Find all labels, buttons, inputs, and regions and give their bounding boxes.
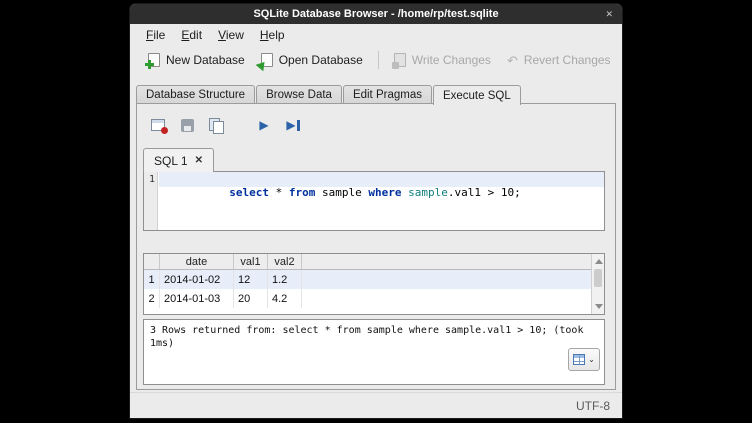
write-changes-button[interactable]: Write Changes <box>386 50 499 70</box>
save-sql-file-button[interactable] <box>178 116 196 134</box>
table-icon <box>573 354 585 365</box>
results-message: 3 Rows returned from: select * from samp… <box>144 320 604 354</box>
tab-execute-sql[interactable]: Execute SQL <box>433 85 521 105</box>
header-filler <box>302 254 604 269</box>
cell-date[interactable]: 2014-01-03 <box>160 289 234 308</box>
open-sql-file-button[interactable] <box>149 116 167 134</box>
header-row-number <box>144 254 160 269</box>
tab-browse-data[interactable]: Browse Data <box>256 85 342 104</box>
line-number-gutter: 1 <box>144 172 158 230</box>
revert-changes-icon: ↶ <box>507 54 518 67</box>
menu-view[interactable]: View <box>210 26 252 44</box>
cell-val2[interactable]: 1.2 <box>268 270 302 289</box>
cell-date[interactable]: 2014-01-02 <box>160 270 234 289</box>
table-row[interactable]: 2 2014-01-03 20 4.2 <box>144 289 604 308</box>
header-val2[interactable]: val2 <box>268 254 302 269</box>
tab-edit-pragmas[interactable]: Edit Pragmas <box>343 85 432 104</box>
sql-text: * <box>269 186 289 199</box>
revert-changes-button[interactable]: ↶ Revert Changes <box>499 50 619 70</box>
tab-database-structure[interactable]: Database Structure <box>136 85 255 104</box>
revert-changes-label: Revert Changes <box>524 53 611 67</box>
header-val1[interactable]: val1 <box>234 254 268 269</box>
row-number: 2 <box>144 289 160 308</box>
open-database-button[interactable]: Open Database <box>253 50 371 70</box>
statusbar: UTF-8 <box>130 392 622 418</box>
sql-keyword: from <box>289 186 316 199</box>
table-row[interactable]: 1 2014-01-02 12 1.2 <box>144 270 604 289</box>
execute-all-icon: ▶ <box>259 119 268 131</box>
execute-sql-panel: ▶ ▶ SQL 1 ✕ 1 select * from sample where… <box>136 103 616 390</box>
execute-line-icon: ▶ <box>286 119 295 131</box>
open-sql-file-icon <box>151 119 165 131</box>
main-tabbar: Database Structure Browse Data Edit Prag… <box>136 85 522 104</box>
copy-icon <box>209 118 223 132</box>
sql-tab-close-icon[interactable]: ✕ <box>195 155 203 166</box>
new-database-label: New Database <box>166 53 245 67</box>
window-title: SQLite Database Browser - /home/rp/test.… <box>253 8 498 20</box>
cell-val1[interactable]: 20 <box>234 289 268 308</box>
write-changes-icon <box>394 53 406 67</box>
sql-text: .val1 > 10; <box>448 186 521 199</box>
cell-val1[interactable]: 12 <box>234 270 268 289</box>
sql-tab-label: SQL 1 <box>154 154 188 168</box>
menubar: File Edit View Help <box>130 24 622 45</box>
titlebar[interactable]: SQLite Database Browser - /home/rp/test.… <box>130 4 622 24</box>
close-icon[interactable]: ✕ <box>605 4 613 24</box>
open-database-label: Open Database <box>279 53 363 67</box>
scroll-down-icon[interactable] <box>595 304 603 309</box>
menu-help[interactable]: Help <box>252 26 293 44</box>
execute-line-button[interactable]: ▶ <box>284 116 302 134</box>
menu-file[interactable]: File <box>138 26 173 44</box>
execute-all-button[interactable]: ▶ <box>255 116 273 134</box>
execute-line-bar <box>297 120 300 131</box>
toolbar-separator <box>378 51 379 69</box>
sql-table-name: sample <box>408 186 448 199</box>
app-window: SQLite Database Browser - /home/rp/test.… <box>130 4 622 418</box>
copy-sql-button[interactable] <box>207 116 225 134</box>
sql-tab-sql1[interactable]: SQL 1 ✕ <box>143 148 214 172</box>
open-database-icon <box>261 53 273 67</box>
write-changes-label: Write Changes <box>412 53 491 67</box>
current-line-highlight: select * from sample where sample.val1 >… <box>159 172 604 187</box>
sql-text: sample <box>315 186 368 199</box>
save-sql-file-icon <box>181 119 194 132</box>
row-number: 1 <box>144 270 160 289</box>
sql-keyword: where <box>368 186 401 199</box>
results-header-row: date val1 val2 <box>144 254 604 270</box>
scroll-up-icon[interactable] <box>595 259 603 264</box>
results-grid: date val1 val2 1 2014-01-02 12 1.2 2 201… <box>143 253 605 315</box>
results-message-panel: 3 Rows returned from: select * from samp… <box>143 319 605 385</box>
sql-keyword: select <box>229 186 269 199</box>
sql-toolbar: ▶ ▶ <box>149 116 302 134</box>
save-results-button[interactable]: ⌄ <box>568 348 600 371</box>
results-scrollbar[interactable] <box>591 254 604 314</box>
main-toolbar: New Database Open Database Write Changes… <box>130 45 622 75</box>
header-date[interactable]: date <box>160 254 234 269</box>
chevron-down-icon: ⌄ <box>588 356 595 364</box>
encoding-indicator: UTF-8 <box>576 399 610 413</box>
menu-edit[interactable]: Edit <box>173 26 210 44</box>
sql-editor[interactable]: 1 select * from sample where sample.val1… <box>143 171 605 231</box>
cell-val2[interactable]: 4.2 <box>268 289 302 308</box>
new-database-icon <box>148 53 160 67</box>
new-database-button[interactable]: New Database <box>140 50 253 70</box>
sql-code-line[interactable]: select * from sample where sample.val1 >… <box>159 172 604 212</box>
scrollbar-thumb[interactable] <box>594 269 602 287</box>
